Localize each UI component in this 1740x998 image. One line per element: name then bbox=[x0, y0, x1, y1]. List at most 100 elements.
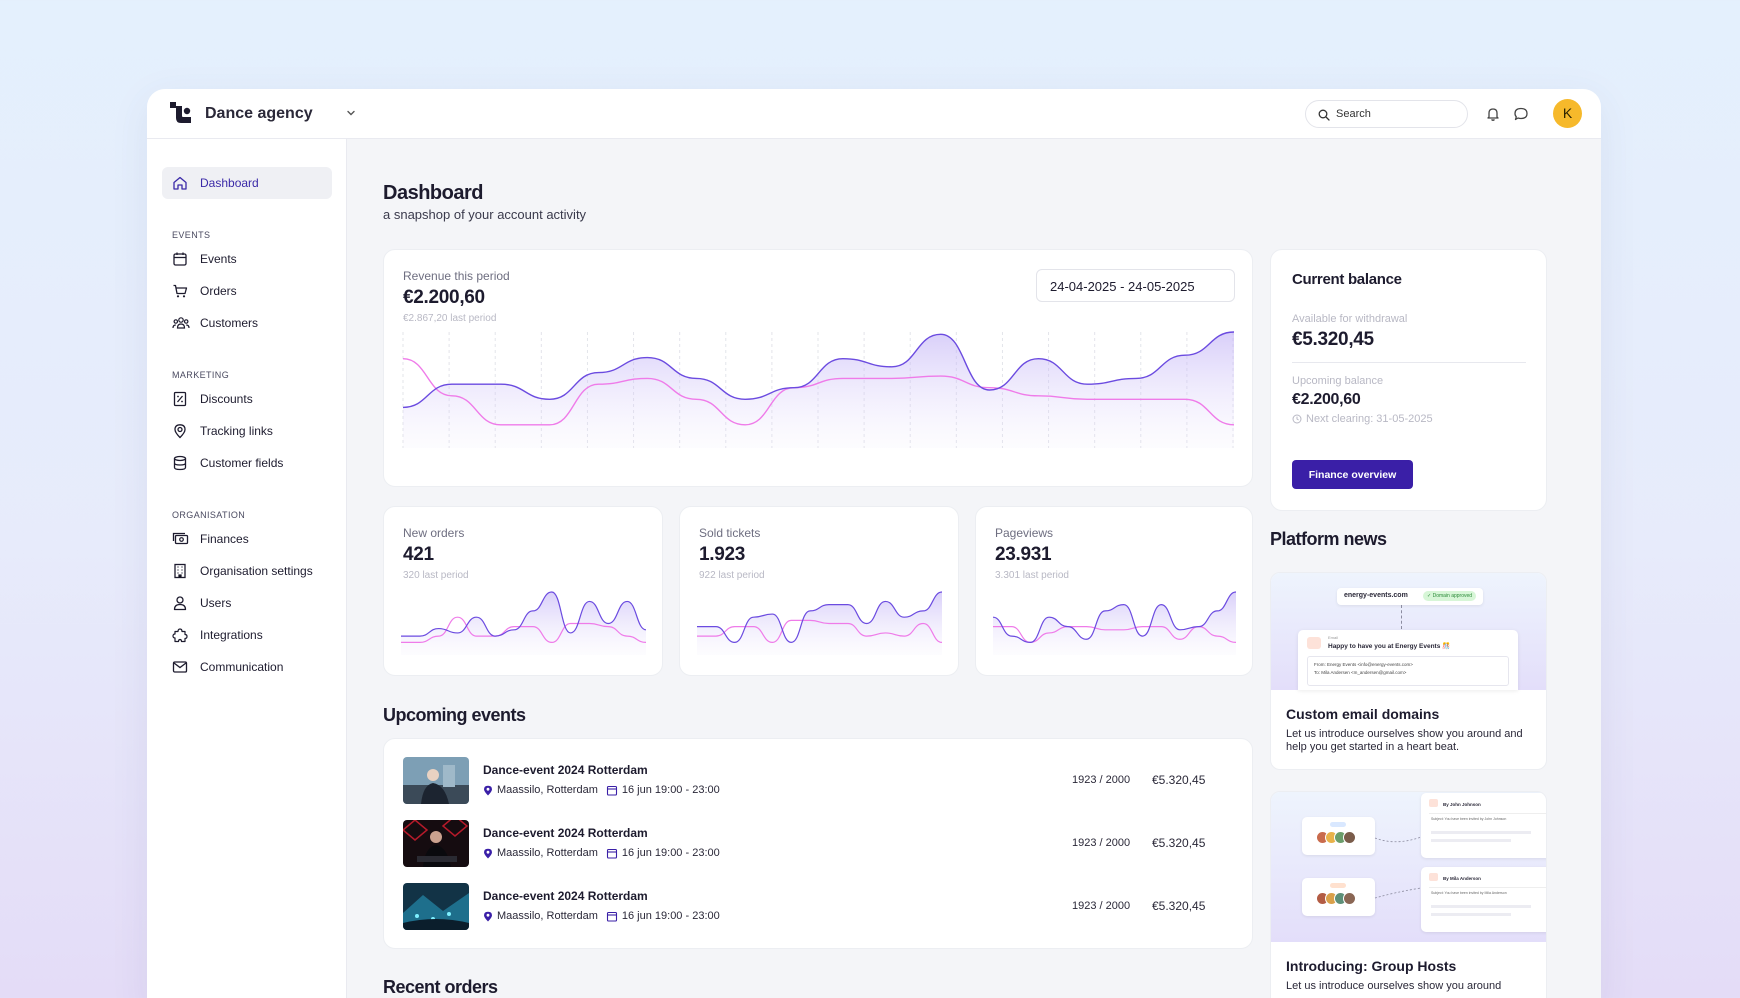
sidebar-item-integrations[interactable]: Integrations bbox=[162, 619, 332, 651]
event-tickets: 1923 / 2000 bbox=[1072, 774, 1131, 786]
event-date: 16 jun 19:00 - 23:00 bbox=[621, 847, 720, 859]
sidebar-item-events[interactable]: Events bbox=[162, 243, 332, 275]
sparkline-chart bbox=[992, 591, 1237, 655]
sidebar-item-organisation-settings[interactable]: Organisation settings bbox=[162, 555, 332, 587]
location-pin-icon bbox=[174, 424, 186, 439]
event-revenue: €5.320,45 bbox=[1152, 836, 1206, 850]
upcoming-balance-value: €2.200,60 bbox=[1292, 391, 1361, 408]
search-box[interactable] bbox=[1305, 100, 1468, 128]
event-meta: Maassilo, Rotterdam 16 jun 19:00 - 23:00 bbox=[483, 784, 720, 796]
event-location: Maassilo, Rotterdam bbox=[497, 847, 598, 859]
sidebar-item-dashboard[interactable]: Dashboard bbox=[162, 167, 332, 199]
series-current-area bbox=[403, 332, 1234, 448]
user-avatar[interactable]: K bbox=[1553, 99, 1582, 128]
event-row[interactable]: Dance-event 2024 Rotterdam Maassilo, Rot… bbox=[403, 820, 1243, 868]
news-description: Let us introduce ourselves show you arou… bbox=[1286, 980, 1502, 992]
revenue-last-period: €2.867,20 last period bbox=[403, 313, 497, 324]
available-label: Available for withdrawal bbox=[1292, 313, 1408, 325]
money-icon bbox=[172, 532, 189, 545]
chevron-down-icon[interactable] bbox=[345, 107, 357, 119]
upcoming-events-card: Dance-event 2024 Rotterdam Maassilo, Rot… bbox=[383, 738, 1253, 949]
sidebar-item-label: Integrations bbox=[200, 628, 263, 642]
sidebar-item-label: Customers bbox=[200, 316, 259, 330]
stat-card-sold-tickets: Sold tickets 1.923 922 last period bbox=[679, 506, 959, 676]
event-date: 16 jun 19:00 - 23:00 bbox=[621, 784, 720, 796]
platform-news-title: Platform news bbox=[1270, 529, 1387, 549]
series-current-area bbox=[993, 592, 1236, 655]
sidebar-item-orders[interactable]: Orders bbox=[162, 275, 332, 307]
upcoming-balance-label: Upcoming balance bbox=[1292, 375, 1384, 387]
news-description: Let us introduce ourselves show you arou… bbox=[1286, 728, 1523, 753]
balance-title: Current balance bbox=[1292, 271, 1402, 288]
news-preview: By John Johnson Subject: You have been i… bbox=[1271, 792, 1546, 942]
series-last-period-line bbox=[402, 357, 1235, 426]
event-row[interactable]: Dance-event 2024 Rotterdam Maassilo, Rot… bbox=[403, 757, 1243, 805]
next-clearing: Next clearing: 31-05-2025 bbox=[1292, 413, 1433, 425]
sidebar-item-customer-fields[interactable]: Customer fields bbox=[162, 447, 332, 479]
calendar-icon bbox=[606, 848, 617, 859]
chat-icon[interactable] bbox=[1513, 106, 1529, 122]
revenue-label: Revenue this period bbox=[403, 269, 510, 283]
news-card-group-hosts[interactable]: By John Johnson Subject: You have been i… bbox=[1270, 791, 1547, 998]
divider bbox=[1292, 362, 1526, 363]
calendar-icon bbox=[606, 911, 617, 922]
finance-overview-button[interactable]: Finance overview bbox=[1292, 460, 1413, 489]
available-value: €5.320,45 bbox=[1292, 329, 1374, 350]
date-range-picker[interactable]: 24-04-2025 - 24-05-2025 bbox=[1036, 269, 1235, 302]
page-title: Dashboard bbox=[383, 182, 483, 204]
sidebar-item-label: Dashboard bbox=[200, 176, 259, 190]
event-meta: Maassilo, Rotterdam 16 jun 19:00 - 23:00 bbox=[483, 847, 720, 859]
sidebar-item-label: Events bbox=[200, 252, 237, 266]
series-current-line bbox=[402, 331, 1235, 409]
sidebar-item-tracking-links[interactable]: Tracking links bbox=[162, 415, 332, 447]
event-name: Dance-event 2024 Rotterdam bbox=[483, 763, 648, 777]
event-row[interactable]: Dance-event 2024 Rotterdam Maassilo, Rot… bbox=[403, 883, 1243, 931]
event-tickets: 1923 / 2000 bbox=[1072, 837, 1131, 849]
news-title: Custom email domains bbox=[1286, 706, 1440, 722]
location-pin-icon bbox=[484, 911, 492, 921]
sidebar-item-label: Organisation settings bbox=[200, 564, 313, 578]
brand-logo-icon[interactable] bbox=[167, 100, 193, 128]
news-card-custom-email-domains[interactable]: energy-events.com ✓ Domain approved Emai… bbox=[1270, 572, 1547, 770]
sidebar-item-label: Finances bbox=[200, 532, 249, 546]
search-input[interactable] bbox=[1336, 106, 1456, 122]
cart-icon bbox=[173, 284, 188, 298]
puzzle-icon bbox=[172, 628, 188, 643]
next-clearing-text: Next clearing: 31-05-2025 bbox=[1306, 413, 1433, 425]
sidebar-item-label: Communication bbox=[200, 660, 284, 674]
location-pin-icon bbox=[484, 848, 492, 858]
sidebar-item-label: Tracking links bbox=[200, 424, 273, 438]
event-revenue: €5.320,45 bbox=[1152, 773, 1206, 787]
calendar-icon bbox=[606, 785, 617, 796]
event-thumbnail bbox=[403, 883, 469, 930]
top-bar: Dance agency K bbox=[147, 89, 1601, 139]
main-content: Dashboard a snapshop of your account act… bbox=[347, 139, 1601, 998]
organisation-name[interactable]: Dance agency bbox=[205, 105, 313, 123]
revenue-value: €2.200,60 bbox=[403, 287, 485, 308]
sidebar-item-discounts[interactable]: Discounts bbox=[162, 383, 332, 415]
event-date: 16 jun 19:00 - 23:00 bbox=[621, 910, 720, 922]
sidebar-item-label: Customer fields bbox=[200, 456, 284, 470]
event-location: Maassilo, Rotterdam bbox=[497, 910, 598, 922]
user-icon bbox=[173, 596, 187, 611]
event-thumbnail bbox=[403, 757, 469, 804]
sidebar-item-label: Orders bbox=[200, 284, 237, 298]
sidebar: Dashboard EVENTS Events Orders Customers… bbox=[147, 139, 347, 998]
sidebar-item-customers[interactable]: Customers bbox=[162, 307, 332, 339]
event-revenue: €5.320,45 bbox=[1152, 899, 1206, 913]
bell-icon[interactable] bbox=[1485, 106, 1501, 122]
database-icon bbox=[173, 455, 187, 471]
calendar-icon bbox=[173, 252, 187, 266]
mail-icon bbox=[172, 661, 188, 673]
sidebar-item-label: Discounts bbox=[200, 392, 253, 406]
recent-orders-title: Recent orders bbox=[383, 977, 498, 997]
sidebar-item-users[interactable]: Users bbox=[162, 587, 332, 619]
current-balance-card: Current balance Available for withdrawal… bbox=[1270, 249, 1547, 511]
sidebar-item-communication[interactable]: Communication bbox=[162, 651, 332, 683]
location-pin-icon bbox=[484, 785, 492, 795]
sparkline-chart bbox=[697, 591, 943, 655]
sidebar-item-finances[interactable]: Finances bbox=[162, 523, 332, 555]
event-name: Dance-event 2024 Rotterdam bbox=[483, 826, 648, 840]
discount-icon bbox=[173, 391, 187, 407]
stat-card-pageviews: Pageviews 23.931 3.301 last period bbox=[975, 506, 1253, 676]
